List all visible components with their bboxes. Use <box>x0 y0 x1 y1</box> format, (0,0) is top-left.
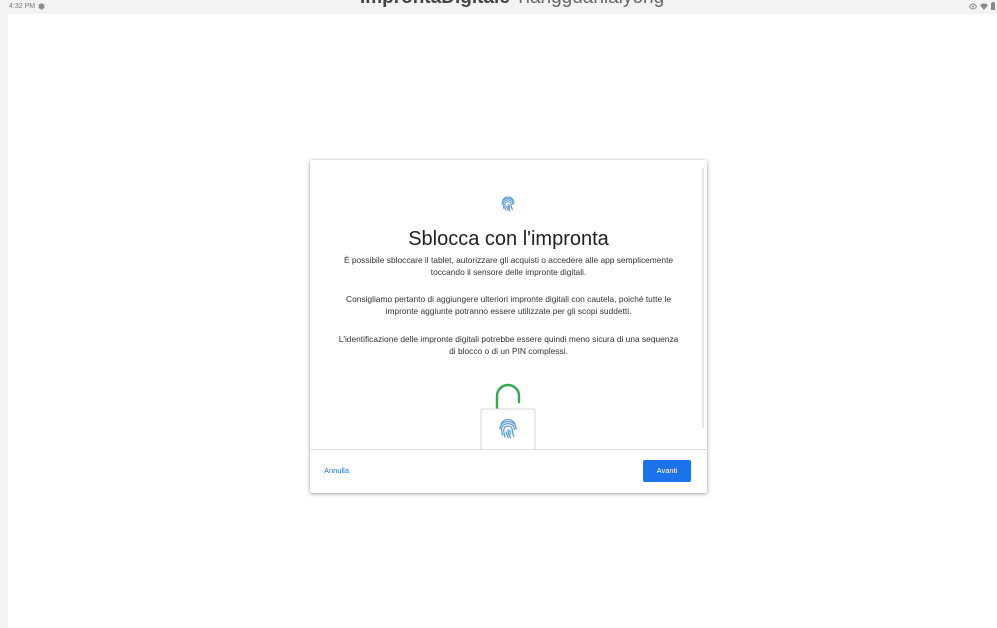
next-button[interactable]: Avanti <box>643 460 691 482</box>
screen: 4:32 PM ImprontaDigitale Tiangguanlaiyon… <box>0 0 997 628</box>
wifi-icon <box>980 3 988 10</box>
dialog-body[interactable]: Sblocca con l'impronta È possibile sbloc… <box>310 160 707 450</box>
description-paragraph-3: L'identificazione delle impronte digital… <box>338 334 679 356</box>
description-paragraph-1: È possibile sbloccare il tablet, autoriz… <box>343 255 674 277</box>
scrollbar[interactable] <box>702 168 704 428</box>
dialog-title: Sblocca con l'impronta <box>408 228 609 250</box>
dialog-divider <box>310 449 707 450</box>
eye-icon <box>969 3 977 9</box>
overlay-title-regular: Tiangguanlaiyong <box>515 0 664 8</box>
overlay-title: ImprontaDigitale Tiangguanlaiyong <box>360 0 664 8</box>
cancel-button[interactable]: Annulla <box>318 460 355 482</box>
description-paragraph-2: Consigliamo pertanto di aggiungere ulter… <box>346 294 671 316</box>
gear-icon <box>38 3 45 10</box>
status-time: 4:32 PM <box>9 3 36 10</box>
fingerprint-setup-dialog: Sblocca con l'impronta È possibile sbloc… <box>310 160 707 493</box>
unlocked-padlock-fingerprint-icon <box>480 383 536 450</box>
battery-icon <box>991 2 995 10</box>
status-icons <box>969 2 995 10</box>
fingerprint-icon <box>501 196 515 212</box>
overlay-title-bold: ImprontaDigitale <box>360 0 510 8</box>
